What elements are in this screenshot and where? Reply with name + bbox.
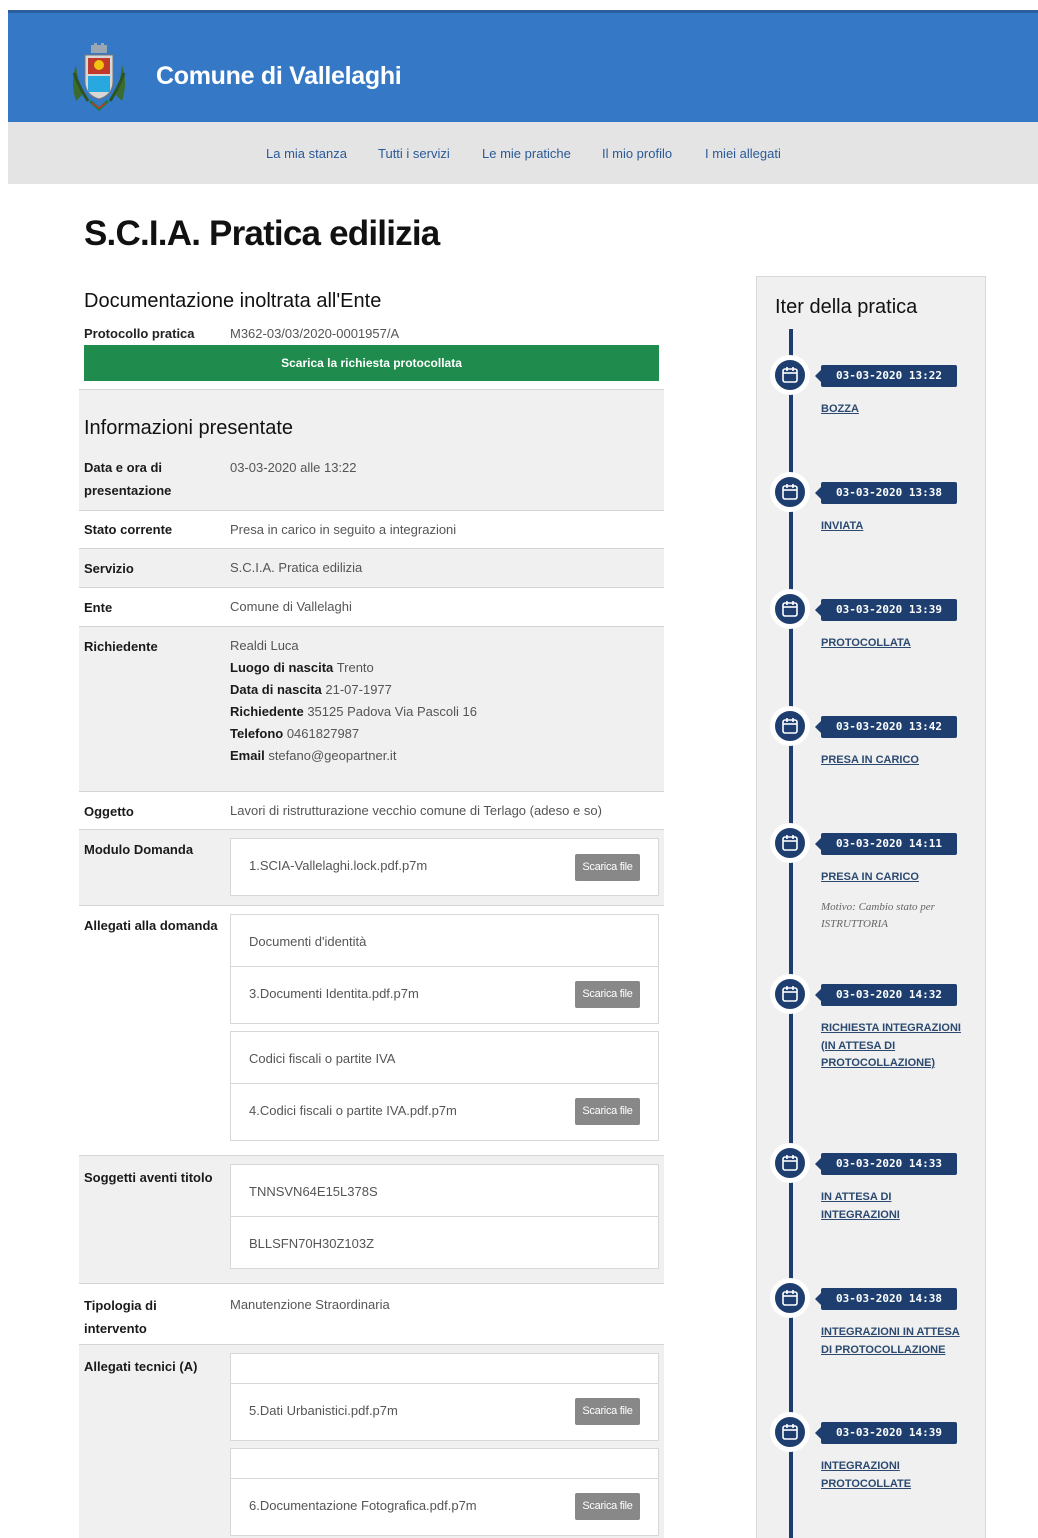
attachment-category: Codici fiscali o partite IVA <box>249 1051 396 1066</box>
info-section: Informazioni presentate Data e ora di pr… <box>79 389 664 510</box>
timeline-date: 03-03-2020 13:42 <box>815 716 957 738</box>
timeline-date: 03-03-2020 14:33 <box>815 1153 957 1175</box>
applicant-email: Email stefano@geopartner.it <box>230 748 397 763</box>
tech-file-box: 5.Dati Urbanistici.pdf.p7m Scarica file <box>230 1353 659 1441</box>
object-value: Lavori di ristrutturazione vecchio comun… <box>230 803 602 818</box>
intervention-value: Manutenzione Straordinaria <box>230 1297 390 1312</box>
calendar-icon <box>770 1143 810 1183</box>
calendar-icon <box>770 974 810 1014</box>
subjects-box: TNNSVN64E15L378S BLLSFN70H30Z103Z <box>230 1164 659 1269</box>
timeline-note: Motivo: Cambio stato per ISTRUTTORIA <box>821 901 935 930</box>
calendar-icon <box>770 823 810 863</box>
date-value: 03-03-2020 alle 13:22 <box>230 460 357 475</box>
service-row: Servizio S.C.I.A. Pratica edilizia <box>79 548 664 587</box>
status-label: Stato corrente <box>84 522 173 537</box>
nav-il-mio-profilo[interactable]: Il mio profilo <box>602 146 672 161</box>
documentation-section-title: Documentazione inoltrata all'Ente <box>84 290 382 312</box>
ente-label: Ente <box>84 600 113 615</box>
download-tech-file-button[interactable]: Scarica file <box>575 1493 640 1520</box>
applicant-address: Richiedente 35125 Padova Via Pascoli 16 <box>230 704 477 719</box>
timeline-date: 03-03-2020 14:39 <box>815 1422 957 1444</box>
subject-tax-code: BLLSFN70H30Z103Z <box>249 1236 375 1251</box>
form-file-name: 1.SCIA-Vallelaghi.lock.pdf.p7m <box>249 858 428 873</box>
timeline-state-link[interactable]: INTEGRAZIONI IN ATTESA DI PROTOCOLLAZION… <box>821 1324 971 1359</box>
service-label: Servizio <box>84 561 134 576</box>
calendar-icon <box>770 589 810 629</box>
calendar-icon <box>770 472 810 512</box>
attachment-category: Documenti d'identità <box>249 934 367 949</box>
applicant-birthdate: Data di nascita 21-07-1977 <box>230 682 392 697</box>
protocol-label: Protocollo pratica <box>84 326 195 341</box>
timeline-date: 03-03-2020 13:22 <box>815 365 957 387</box>
nav-tutti-i-servizi[interactable]: Tutti i servizi <box>378 146 450 161</box>
timeline-state-link[interactable]: PRESA IN CARICO <box>821 869 971 887</box>
applicant-name: Realdi Luca <box>230 638 299 653</box>
timeline-date: 03-03-2020 13:39 <box>815 599 957 621</box>
timeline-state-link[interactable]: BOZZA <box>821 401 971 419</box>
applicant-label: Richiedente <box>84 639 158 654</box>
timeline-title: Iter della pratica <box>775 296 918 318</box>
timeline-date: 03-03-2020 14:11 <box>815 833 957 855</box>
timeline-state-link[interactable]: PROTOCOLLATA <box>821 635 971 653</box>
applicant-details: Realdi Luca Luogo di nascita Trento Data… <box>230 635 477 767</box>
protocol-value: M362-03/03/2020-0001957/A <box>230 326 400 341</box>
attachment-file-name: 3.Documenti Identita.pdf.p7m <box>249 986 419 1001</box>
timeline-state-link[interactable]: IN ATTESA DI INTEGRAZIONI <box>821 1189 971 1224</box>
nav-la-mia-stanza[interactable]: La mia stanza <box>266 146 347 161</box>
calendar-icon <box>770 706 810 746</box>
attachment-group-identity: Documenti d'identità 3.Documenti Identit… <box>230 914 659 1024</box>
subject-tax-code: TNNSVN64E15L378S <box>249 1184 378 1199</box>
applicant-phone: Telefono 0461827987 <box>230 726 360 741</box>
applicant-birthplace: Luogo di nascita Trento <box>230 660 374 675</box>
attachment-file-name: 4.Codici fiscali o partite IVA.pdf.p7m <box>249 1103 457 1118</box>
intervention-label: Tipologia di intervento <box>84 1298 157 1336</box>
form-label: Modulo Domanda <box>84 842 194 857</box>
timeline-state-link[interactable]: INTEGRAZIONI PROTOCOLLATE <box>821 1458 971 1493</box>
object-label: Oggetto <box>84 804 134 819</box>
download-attachment-button[interactable]: Scarica file <box>575 1098 640 1125</box>
nav-i-miei-allegati[interactable]: I miei allegati <box>705 146 781 161</box>
date-label: Data e ora di presentazione <box>84 460 172 498</box>
form-file-box: 1.SCIA-Vallelaghi.lock.pdf.p7m Scarica f… <box>230 838 659 896</box>
tech-attachments-label: Allegati tecnici (A) <box>84 1359 198 1374</box>
intervention-row: Tipologia di intervento Manutenzione Str… <box>79 1283 664 1344</box>
nav-le-mie-pratiche[interactable]: Le mie pratiche <box>482 146 571 161</box>
timeline-date: 03-03-2020 14:38 <box>815 1288 957 1310</box>
download-protocol-button[interactable]: Scarica la richiesta protocollata <box>84 345 659 381</box>
attachments-label: Allegati alla domanda <box>84 918 218 933</box>
tech-file-name: 6.Documentazione Fotografica.pdf.p7m <box>249 1498 477 1513</box>
calendar-icon <box>770 355 810 395</box>
applicant-row: Richiedente Realdi Luca Luogo di nascita… <box>79 626 664 791</box>
ente-row: Ente Comune di Vallelaghi <box>79 587 664 626</box>
timeline-state-link[interactable]: INVIATA <box>821 518 971 536</box>
timeline-date: 03-03-2020 14:32 <box>815 984 957 1006</box>
timeline-sidebar: Iter della pratica 03-03-2020 13:22 BOZZA… <box>756 276 986 1538</box>
calendar-icon <box>770 1412 810 1452</box>
download-form-file-button[interactable]: Scarica file <box>575 854 640 881</box>
site-header: Comune di Vallelaghi <box>8 10 1038 122</box>
ente-value: Comune di Vallelaghi <box>230 599 352 614</box>
tech-file-name: 5.Dati Urbanistici.pdf.p7m <box>249 1403 398 1418</box>
attachment-group-tax-codes: Codici fiscali o partite IVA 4.Codici fi… <box>230 1031 659 1141</box>
status-value: Presa in carico in seguito a integrazion… <box>230 522 457 537</box>
timeline-state-link[interactable]: RICHIESTA INTEGRAZIONI (IN ATTESA DI PRO… <box>821 1020 971 1073</box>
subjects-label: Soggetti aventi titolo <box>84 1170 213 1185</box>
calendar-icon <box>770 1278 810 1318</box>
download-attachment-button[interactable]: Scarica file <box>575 981 640 1008</box>
download-tech-file-button[interactable]: Scarica file <box>575 1398 640 1425</box>
info-section-title: Informazioni presentate <box>84 417 294 439</box>
timeline-date: 03-03-2020 13:38 <box>815 482 957 504</box>
municipality-crest-icon[interactable] <box>68 43 130 113</box>
site-title[interactable]: Comune di Vallelaghi <box>156 62 402 91</box>
main-nav: La mia stanza Tutti i servizi Le mie pra… <box>8 122 1038 184</box>
service-value: S.C.I.A. Pratica edilizia <box>230 560 363 575</box>
object-row: Oggetto Lavori di ristrutturazione vecch… <box>79 791 664 829</box>
timeline-state-link[interactable]: PRESA IN CARICO <box>821 752 971 770</box>
tech-file-box: 6.Documentazione Fotografica.pdf.p7m Sca… <box>230 1448 659 1536</box>
status-row: Stato corrente Presa in carico in seguit… <box>79 510 664 548</box>
page-title: S.C.I.A. Pratica edilizia <box>84 214 440 253</box>
